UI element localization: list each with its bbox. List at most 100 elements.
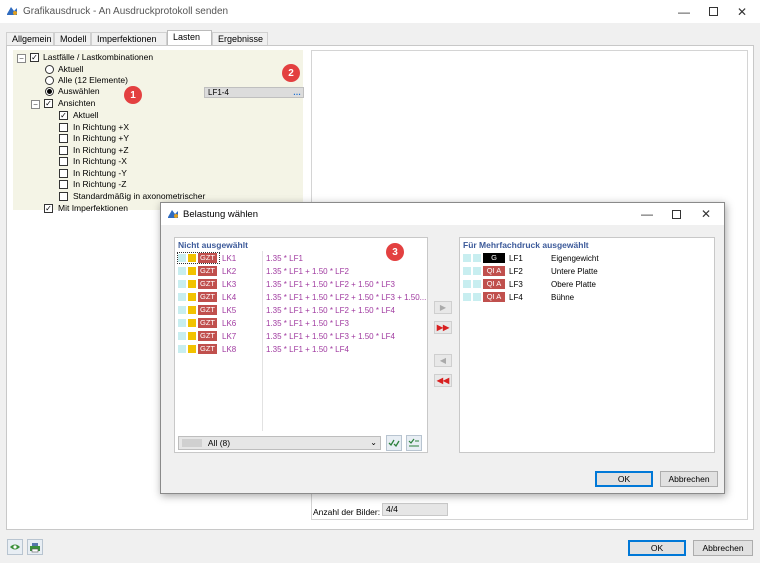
ok-button[interactable]: OK [628,540,686,556]
arrow-left-icon: ◀ [439,356,447,365]
filter-value: All (8) [207,438,231,448]
color-swatch [188,345,196,353]
dialog-minimize-button[interactable]: — [632,203,662,225]
tab-ergebnisse[interactable]: Ergebnisse [212,32,268,45]
view-checkbox-plus-z[interactable] [59,146,68,155]
load-tree-panel [13,50,303,210]
dialog-ok-button[interactable]: OK [595,471,653,487]
not-selected-row[interactable]: GZT LK4 1.35 * LF1 + 1.50 * LF2 + 1.50 * L… [176,291,426,304]
color-swatch [188,267,196,275]
export-button[interactable] [27,539,43,555]
view-label: Aktuell [73,110,99,120]
views-collapse-icon[interactable]: − [31,100,40,109]
radio-aktuell[interactable] [45,65,54,74]
image-count-value: 4/4 [382,503,448,516]
double-arrow-right-icon: ▶▶ [436,323,450,332]
load-case-id: LF4 [509,293,523,302]
view-checkbox-minus-z[interactable] [59,180,68,189]
color-swatch [178,306,186,314]
filter-swatch [182,439,202,447]
not-selected-row[interactable]: GZT LK8 1.35 * LF1 + 1.50 * LF4 [176,343,426,356]
select-all-button[interactable] [386,435,402,451]
tab-modell[interactable]: Modell [54,32,91,45]
not-selected-row[interactable]: GZT LK7 1.35 * LF1 + 1.50 * LF3 + 1.50 * L… [176,330,426,343]
radio-auswaehlen[interactable] [45,87,54,96]
combination-formula: 1.35 * LF1 + 1.50 * LF2 + 1.50 * LF3 [266,280,395,289]
view-checkbox-plus-y[interactable] [59,134,68,143]
root-checkbox[interactable]: ✓ [30,53,39,62]
tab-allgemein[interactable]: Allgemein [6,32,54,45]
view-label: In Richtung +Y [73,133,129,143]
imperfections-checkbox[interactable]: ✓ [44,204,53,213]
color-swatch [178,293,186,301]
category-tag: GZT [198,292,217,302]
tab-imperfektionen[interactable]: Imperfektionen [91,32,167,45]
color-swatch [473,293,481,301]
view-checkbox-minus-y[interactable] [59,169,68,178]
select-load-dialog: Belastung wählen — ✕ Nicht ausgewählt GZ… [160,202,725,494]
chevron-down-icon: ⌄ [370,438,377,447]
move-right-button[interactable]: ▶ [434,301,452,314]
dialog-title-bar: Belastung wählen — ✕ [161,203,724,225]
not-selected-row[interactable]: GZT LK5 1.35 * LF1 + 1.50 * LF2 + 1.50 * L… [176,304,426,317]
radio-alle[interactable] [45,76,54,85]
combination-id: LK5 [222,306,237,315]
invert-selection-button[interactable] [406,435,422,451]
selected-row[interactable]: QI A LF2 Untere Platte [461,265,711,278]
option-aktuell-label: Aktuell [58,64,84,74]
move-left-button[interactable]: ◀ [434,354,452,367]
combination-id: LK6 [222,319,237,328]
move-all-left-button[interactable]: ◀◀ [434,374,452,387]
view-checkbox-axonometric[interactable] [59,192,68,201]
combination-id: LK1 [222,254,237,263]
option-auswaehlen-label: Auswählen [58,86,100,96]
print-preview-button[interactable] [7,539,23,555]
maximize-button[interactable] [698,0,728,23]
selected-row[interactable]: QI A LF4 Bühne [461,291,711,304]
color-swatch [178,267,186,275]
option-alle-label: Alle (12 Elemente) [58,75,128,85]
not-selected-row[interactable]: GZT LK2 1.35 * LF1 + 1.50 * LF2 [176,265,426,278]
view-checkbox-plus-x[interactable] [59,123,68,132]
dialog-maximize-button[interactable] [661,203,691,225]
views-checkbox[interactable]: ✓ [44,99,53,108]
filter-combo[interactable]: All (8) ⌄ [178,436,381,450]
color-swatch [178,332,186,340]
color-swatch [463,267,471,275]
minimize-button[interactable]: — [669,0,699,23]
combination-formula: 1.35 * LF1 + 1.50 * LF3 [266,319,349,328]
tree-collapse-icon[interactable]: − [17,54,26,63]
view-label: In Richtung -Z [73,179,127,189]
cancel-button[interactable]: Abbrechen [693,540,753,556]
category-tag: QI A [483,279,505,289]
combination-id: LK3 [222,280,237,289]
load-case-id: LF2 [509,267,523,276]
selected-row[interactable]: G LF1 Eigengewicht [461,252,711,265]
color-swatch [178,345,186,353]
load-case-name: Eigengewicht [551,254,599,263]
selected-row[interactable]: QI A LF3 Obere Platte [461,278,711,291]
move-all-right-button[interactable]: ▶▶ [434,321,452,334]
color-swatch [463,280,471,288]
color-swatch [473,267,481,275]
view-checkbox-aktuell[interactable]: ✓ [59,111,68,120]
load-selection-field[interactable]: LF1-4 … [204,87,304,98]
dialog-close-button[interactable]: ✕ [691,203,721,225]
browse-icon[interactable]: … [293,88,301,97]
load-case-id: LF3 [509,280,523,289]
color-swatch [473,280,481,288]
window-title: Grafikausdruck - An Ausdruckprotokoll se… [23,6,229,17]
not-selected-row[interactable]: GZT LK3 1.35 * LF1 + 1.50 * LF2 + 1.50 * L… [176,278,426,291]
close-button[interactable]: ✕ [727,0,757,23]
view-checkbox-minus-x[interactable] [59,157,68,166]
tree-root-label: Lastfälle / Lastkombinationen [43,52,154,62]
marker-1: 1 [124,86,142,104]
tab-lasten[interactable]: Lasten [167,30,212,45]
dialog-cancel-button[interactable]: Abbrechen [660,471,718,487]
combination-formula: 1.35 * LF1 + 1.50 * LF2 + 1.50 * LF4 [266,306,395,315]
selected-header: Für Mehrfachdruck ausgewählt [463,240,589,250]
not-selected-row[interactable]: GZT LK6 1.35 * LF1 + 1.50 * LF3 [176,317,426,330]
combination-formula: 1.35 * LF1 + 1.50 * LF2 [266,267,349,276]
view-label: In Richtung +Z [73,145,129,155]
invert-icon [408,438,419,447]
